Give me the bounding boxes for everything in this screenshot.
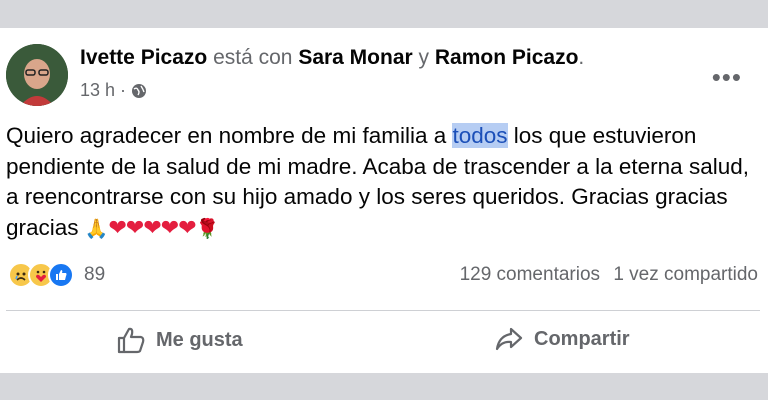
share-button[interactable]: Compartir [494,326,630,352]
praying-emoji: 🙏 [84,217,109,240]
like-button[interactable]: Me gusta [116,326,243,354]
thumbs-up-icon [117,327,145,354]
shares-count[interactable]: 1 vez compartido [613,264,758,285]
avatar[interactable] [6,44,68,106]
globe-icon [132,83,147,98]
hearts-emoji: ❤❤❤❤❤ [108,215,196,241]
like-reaction-icon [48,262,74,288]
author-name[interactable]: Ivette Picazo [80,46,207,69]
post-time[interactable]: 13 h [80,80,115,101]
post-stats: 129 comentarios 1 vez compartido [460,264,758,286]
post-meta: 13 h · [80,80,147,101]
tagged-user-2[interactable]: Ramon Picazo [435,46,579,69]
and-label: y [418,46,430,69]
divider [6,310,760,311]
more-options-icon[interactable]: ••• [712,64,742,90]
period: . [578,46,585,69]
post-text: Quiero agradecer en nombre de mi familia… [6,121,756,244]
reaction-count: 89 [84,264,106,285]
meta-dot: · [120,80,127,100]
like-button-label: Me gusta [156,328,243,351]
avatar-photo [6,44,68,106]
tagged-user-1[interactable]: Sara Monar [298,46,412,69]
comments-count[interactable]: 129 comentarios [460,264,600,285]
post-header: Ivette Picazo está con Sara Monar y Ramo… [80,46,584,70]
with-label: está con [213,46,293,69]
highlighted-word: todos [452,123,508,148]
post-card: Ivette Picazo está con Sara Monar y Ramo… [0,28,768,373]
reaction-summary[interactable]: 89 [8,262,105,288]
share-button-label: Compartir [534,327,630,350]
rose-emoji: 🌹 [195,217,220,240]
post-text-start: Quiero agradecer en nombre de mi familia… [6,123,453,148]
share-arrow-icon [495,327,523,351]
